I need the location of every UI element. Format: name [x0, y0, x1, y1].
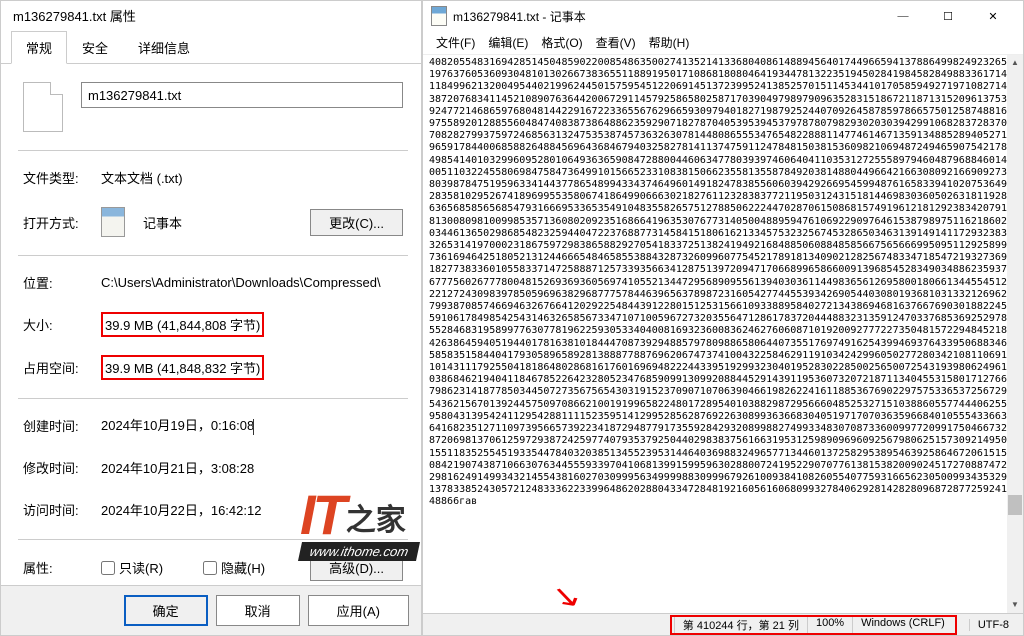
accessed-label: 访问时间:: [23, 500, 101, 519]
openwith-label: 打开方式:: [23, 213, 101, 232]
size-label: 大小:: [23, 315, 101, 334]
scroll-up-icon[interactable]: ▲: [1007, 55, 1023, 71]
titlebar[interactable]: m136279841.txt - 记事本 — ☐ ✕: [423, 1, 1023, 31]
modified-label: 修改时间:: [23, 458, 101, 477]
created-label: 创建时间:: [23, 416, 101, 435]
tabs: 常规 安全 详细信息: [1, 31, 421, 64]
status-eol: Windows (CRLF): [852, 617, 953, 633]
openwith-value: 记事本: [143, 213, 302, 232]
watermark: IT 之家 www.ithome.com: [300, 487, 418, 561]
filetype-value: 文本文档 (.txt): [101, 168, 403, 187]
menu-file[interactable]: 文件(F): [431, 32, 480, 53]
menubar: 文件(F) 编辑(E) 格式(O) 查看(V) 帮助(H): [423, 31, 1023, 55]
watermark-url: www.ithome.com: [298, 542, 420, 561]
menu-format[interactable]: 格式(O): [536, 32, 587, 53]
hidden-checkbox[interactable]: 隐藏(H): [203, 558, 265, 577]
tab-details[interactable]: 详细信息: [123, 31, 205, 64]
status-zoom: 100%: [807, 617, 852, 633]
size-value: 39.9 MB (41,844,808 字节): [101, 312, 264, 337]
close-button[interactable]: ✕: [971, 2, 1015, 30]
tab-security[interactable]: 安全: [67, 31, 123, 64]
change-button[interactable]: 更改(C)...: [310, 209, 403, 236]
modified-value: 2024年10月21日，3:08:28: [101, 458, 403, 477]
file-icon: [23, 82, 63, 132]
status-position: 第 410244 行，第 21 列: [674, 617, 807, 633]
created-value: 2024年10月19日，0:16:08: [101, 418, 254, 433]
apply-button[interactable]: 应用(A): [308, 595, 409, 626]
cancel-button[interactable]: 取消: [216, 595, 300, 626]
notepad-title: m136279841.txt - 记事本: [453, 8, 881, 25]
sizeondisk-value: 39.9 MB (41,848,832 字节): [101, 355, 264, 380]
filetype-label: 文件类型:: [23, 168, 101, 187]
scroll-thumb[interactable]: [1008, 495, 1022, 515]
attributes-label: 属性:: [23, 558, 101, 577]
watermark-logo: IT: [300, 487, 344, 543]
notepad-icon: [101, 207, 125, 237]
vertical-scrollbar[interactable]: ▲ ▼: [1007, 55, 1023, 613]
text-content[interactable]: 4082055483169428514504859022008548635002…: [423, 55, 1023, 613]
menu-edit[interactable]: 编辑(E): [483, 32, 533, 53]
ok-button[interactable]: 确定: [124, 595, 208, 626]
notepad-app-icon: [431, 6, 447, 26]
minimize-button[interactable]: —: [881, 2, 925, 30]
filename-input[interactable]: [81, 82, 403, 108]
menu-help[interactable]: 帮助(H): [644, 32, 695, 53]
readonly-checkbox[interactable]: 只读(R): [101, 558, 163, 577]
watermark-text: 之家: [346, 495, 406, 539]
tab-general[interactable]: 常规: [11, 31, 67, 64]
maximize-button[interactable]: ☐: [926, 2, 970, 30]
sizeondisk-label: 占用空间:: [23, 358, 101, 377]
statusbar: 第 410244 行，第 21 列 100% Windows (CRLF) UT…: [423, 613, 1023, 635]
notepad-window: m136279841.txt - 记事本 — ☐ ✕ 文件(F) 编辑(E) 格…: [422, 0, 1024, 636]
dialog-title: m136279841.txt 属性: [1, 1, 421, 31]
dialog-buttons: 确定 取消 应用(A): [1, 585, 421, 635]
scroll-down-icon[interactable]: ▼: [1007, 597, 1023, 613]
location-value: C:\Users\Administrator\Downloads\Compres…: [101, 275, 403, 290]
menu-view[interactable]: 查看(V): [591, 32, 641, 53]
status-encoding: UTF-8: [969, 619, 1017, 631]
location-label: 位置:: [23, 273, 101, 292]
